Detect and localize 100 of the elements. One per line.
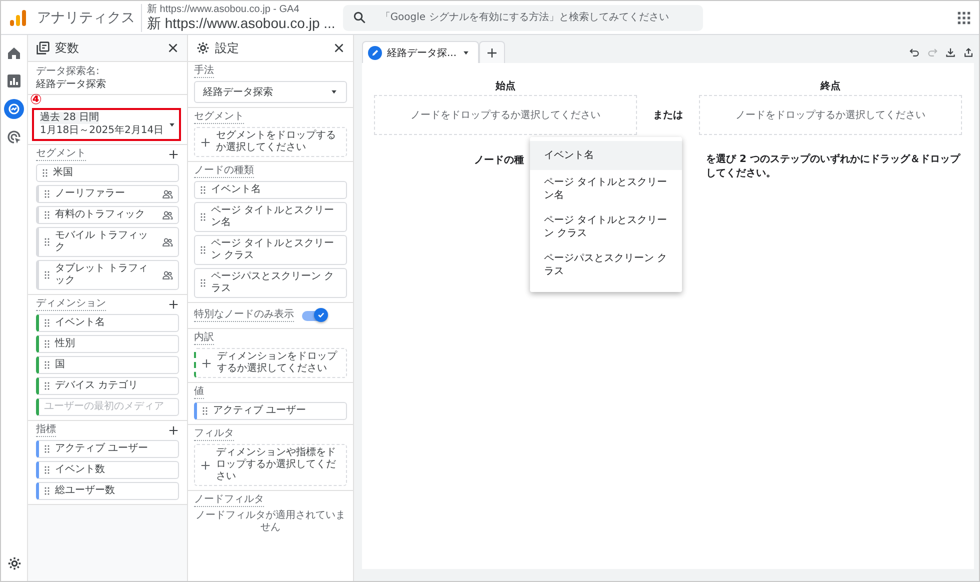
variable-chip[interactable]: デバイス カテゴリ bbox=[36, 377, 179, 395]
chip-label: ページ タイトルとスクリーン名 bbox=[211, 205, 336, 229]
variable-chip[interactable]: アクティブ ユーザー bbox=[194, 402, 347, 420]
variable-chip[interactable]: ページ タイトルとスクリーン名 bbox=[194, 202, 347, 232]
variable-chip[interactable]: イベント名 bbox=[36, 314, 179, 332]
chip-label: 米国 bbox=[53, 167, 74, 179]
drop-zone[interactable]: セグメントをドロップするか選択してください bbox=[194, 127, 347, 157]
variable-chip[interactable]: 国 bbox=[36, 356, 179, 374]
share-icon[interactable] bbox=[963, 46, 974, 58]
exploration-name: 経路データ探索 bbox=[36, 78, 107, 91]
variable-chip[interactable]: イベント名 bbox=[194, 181, 347, 199]
drag-handle-icon bbox=[44, 444, 50, 454]
drag-handle-icon bbox=[200, 278, 206, 288]
toggle-label: 特別なノードのみ表示 bbox=[194, 309, 294, 322]
close-icon[interactable] bbox=[333, 42, 345, 54]
section-label: ノードフィルタ bbox=[194, 494, 264, 507]
variable-chip[interactable]: ページパスとスクリーン クラス bbox=[194, 268, 347, 298]
section-label: 手法 bbox=[194, 65, 214, 78]
chip-label: イベント名 bbox=[55, 317, 106, 329]
panel-title: 設定 bbox=[215, 40, 240, 56]
chip-label: アクティブ ユーザー bbox=[55, 443, 150, 455]
toggle-switch[interactable] bbox=[302, 310, 326, 320]
drag-handle-icon bbox=[44, 360, 50, 370]
step-title: 終点 bbox=[820, 81, 840, 93]
analytics-logo-icon[interactable] bbox=[9, 8, 27, 26]
caret-icon bbox=[330, 88, 338, 96]
settings-icon[interactable] bbox=[6, 556, 22, 571]
people-icon bbox=[162, 270, 173, 280]
variable-chip[interactable]: イベント数 bbox=[36, 461, 179, 479]
drag-handle-icon bbox=[44, 318, 50, 328]
property-selector[interactable]: 新 https://www.asobou.co.jp - GA4 新 https://www.asobou.co.jp ... bbox=[141, 4, 336, 32]
apps-grid-icon[interactable] bbox=[957, 10, 971, 24]
variable-chip[interactable]: モバイル トラフィック bbox=[36, 227, 179, 257]
gear-icon bbox=[196, 41, 210, 55]
search-field[interactable]: 「Google シグナルを有効にする方法」と検索してみてください bbox=[343, 4, 704, 30]
variable-chip[interactable]: 米国 bbox=[36, 164, 179, 182]
drag-handle-icon bbox=[200, 185, 206, 195]
chip-label: 有料のトラフィック bbox=[55, 209, 146, 221]
drop-zone-hint: セグメントをドロップするか選択してください bbox=[216, 130, 337, 154]
menu-item[interactable]: ページ タイトルとスクリーン クラス bbox=[530, 208, 682, 246]
plus-icon bbox=[486, 46, 498, 58]
caret-icon bbox=[462, 48, 470, 56]
plus-icon[interactable] bbox=[168, 425, 179, 436]
section-label: 値 bbox=[194, 386, 204, 399]
drag-handle-icon bbox=[44, 189, 50, 199]
plus-icon[interactable] bbox=[168, 149, 179, 160]
section-label: ノードの種類 bbox=[194, 165, 254, 178]
variable-chip[interactable]: 総ユーザー数 bbox=[36, 482, 179, 500]
add-tab-button[interactable] bbox=[478, 41, 505, 63]
drag-handle-icon bbox=[44, 237, 50, 247]
drop-zone-hint: ノードをドロップするか選択してください bbox=[736, 108, 926, 122]
drag-handle-icon bbox=[44, 486, 50, 496]
variable-chip[interactable]: 有料のトラフィック bbox=[36, 206, 179, 224]
drop-zone-hint: ディメンションや指標をドロップするか選択してください bbox=[216, 447, 337, 483]
drag-handle-icon bbox=[42, 168, 48, 178]
menu-item[interactable]: ページパスとスクリーン クラス bbox=[530, 246, 682, 284]
section-label: セグメント bbox=[36, 148, 86, 161]
node-drop-zone[interactable]: ノードをドロップするか選択してください bbox=[374, 95, 637, 135]
app-title: アナリティクス bbox=[37, 8, 135, 26]
drop-zone[interactable]: ディメンションをドロップするか選択してください bbox=[194, 348, 347, 378]
drag-handle-icon bbox=[44, 381, 50, 391]
download-icon[interactable] bbox=[945, 46, 956, 58]
step-title: 始点 bbox=[496, 81, 516, 93]
date-range-selector[interactable]: 過去 28 日間 1月18日～2025年2月14日 bbox=[32, 108, 181, 141]
variable-chip[interactable]: ノーリファラー bbox=[36, 185, 179, 203]
target-icon[interactable] bbox=[6, 129, 22, 145]
annotation-number: ④ bbox=[30, 92, 42, 108]
chip-label: 国 bbox=[55, 359, 66, 371]
section-label: ディメンション bbox=[36, 298, 106, 311]
chip-label: アクティブ ユーザー bbox=[213, 405, 308, 417]
chip-label: タブレット トラフィック bbox=[55, 263, 150, 287]
bar-chart-icon[interactable] bbox=[6, 73, 22, 89]
drag-handle-icon bbox=[44, 270, 50, 280]
section-label: 指標 bbox=[36, 424, 56, 437]
drop-zone[interactable]: ディメンションや指標をドロップするか選択してください bbox=[194, 444, 347, 486]
check-icon bbox=[317, 310, 325, 318]
caret-icon bbox=[168, 120, 176, 128]
chip-label: 総ユーザー数 bbox=[55, 485, 116, 497]
variable-chip[interactable]: ページ タイトルとスクリーン クラス bbox=[194, 235, 347, 265]
search-icon bbox=[353, 11, 366, 24]
close-icon[interactable] bbox=[167, 42, 179, 54]
separator-text: または bbox=[652, 109, 684, 122]
node-drop-zone[interactable]: ノードをドロップするか選択してください bbox=[699, 95, 962, 135]
people-icon bbox=[162, 210, 173, 220]
instruction-text: ノードの種 bbox=[474, 154, 524, 167]
variable-chip[interactable]: 性別 bbox=[36, 335, 179, 353]
undo-icon[interactable] bbox=[909, 46, 920, 58]
home-icon[interactable] bbox=[6, 45, 22, 61]
drop-zone-hint: ディメンションをドロップするか選択してください bbox=[217, 351, 338, 375]
exploration-tab[interactable]: 経路データ探... bbox=[362, 41, 479, 63]
technique-dropdown[interactable]: 経路データ探索 bbox=[194, 81, 347, 103]
chip-label: ノーリファラー bbox=[55, 188, 126, 200]
menu-item[interactable]: ページ タイトルとスクリーン名 bbox=[530, 170, 682, 208]
variable-chip[interactable]: タブレット トラフィック bbox=[36, 260, 179, 290]
plus-icon[interactable] bbox=[168, 299, 179, 310]
menu-item[interactable]: イベント名 bbox=[530, 141, 682, 170]
chip-label: ユーザーの最初のメディア bbox=[44, 401, 165, 413]
variable-chip[interactable]: アクティブ ユーザー bbox=[36, 440, 179, 458]
chip-label: モバイル トラフィック bbox=[55, 230, 150, 254]
drag-handle-icon bbox=[202, 406, 208, 416]
